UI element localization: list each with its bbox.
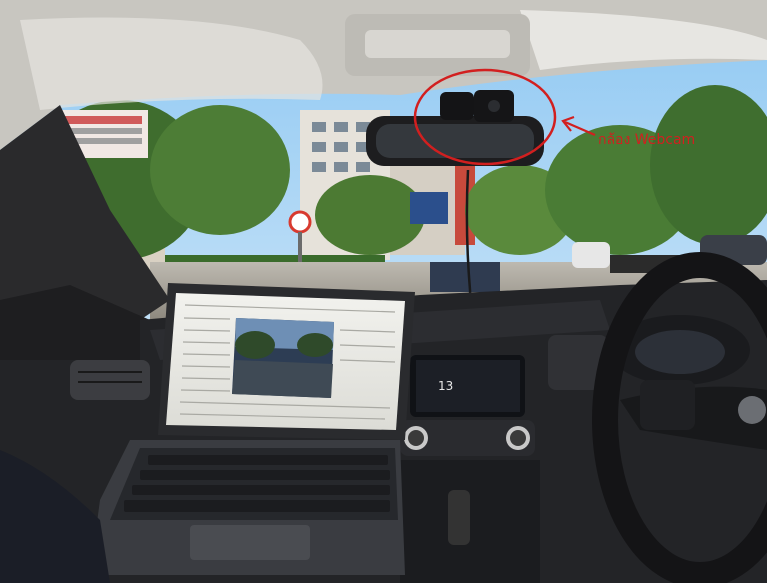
dashboard-clock: 13	[438, 379, 454, 393]
webcam	[440, 90, 514, 122]
air-vent-left	[70, 360, 150, 400]
climate-controls	[400, 420, 535, 456]
car-interior-photo	[0, 0, 767, 583]
laptop-touchpad	[190, 525, 310, 560]
webcam-annotation-label: กล้อง Webcam	[598, 132, 696, 148]
webcam-preview	[232, 318, 334, 398]
